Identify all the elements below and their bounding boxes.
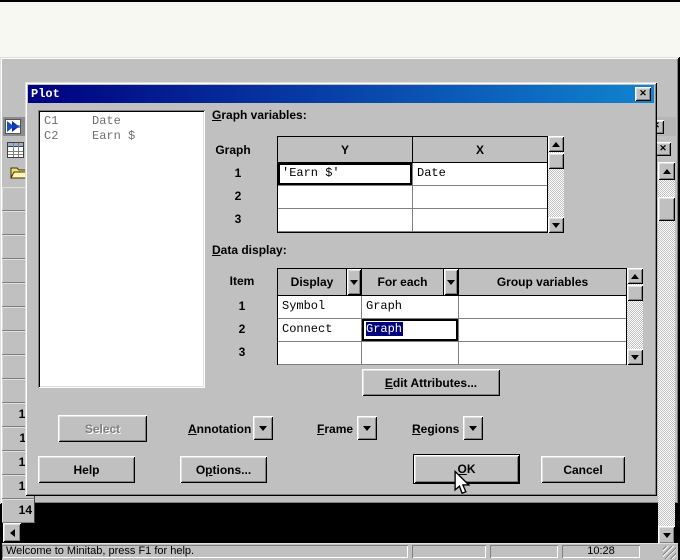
graph-variables-label: Graph variables: bbox=[212, 108, 307, 122]
frame-dropdown-button[interactable] bbox=[357, 416, 377, 440]
dialog-close-button[interactable]: ✕ bbox=[635, 87, 651, 101]
dropdown-icon bbox=[350, 280, 358, 285]
item-row-number: 3 bbox=[222, 341, 262, 364]
help-button[interactable]: Help bbox=[38, 456, 135, 483]
cell-display-row3[interactable] bbox=[278, 342, 362, 365]
scroll-up-icon bbox=[631, 274, 639, 279]
dropdown-icon bbox=[469, 426, 477, 431]
worksheet-row-number[interactable]: 14 bbox=[2, 499, 35, 523]
select-button: Select bbox=[58, 415, 147, 442]
scroll-down-button[interactable] bbox=[658, 526, 675, 544]
regions-dropdown-button[interactable] bbox=[463, 416, 483, 440]
graph-row-number: 3 bbox=[218, 208, 258, 231]
scroll-up-button[interactable] bbox=[658, 162, 675, 180]
scroll-down-icon bbox=[663, 533, 671, 538]
regions-label: Regions bbox=[412, 422, 459, 436]
cell-group-row1[interactable] bbox=[459, 296, 626, 319]
graph-row-number: 2 bbox=[218, 185, 258, 208]
item-row-number: 1 bbox=[222, 295, 262, 318]
column-header-x[interactable]: X bbox=[413, 137, 547, 163]
cell-foreach-row1[interactable]: Graph bbox=[362, 296, 459, 319]
cell-x-row1[interactable]: Date bbox=[413, 163, 547, 186]
scroll-down-icon bbox=[552, 223, 560, 228]
frame-label: Frame bbox=[317, 422, 353, 436]
graph-row-number: 1 bbox=[218, 162, 258, 185]
display-dropdown-button[interactable] bbox=[347, 269, 362, 296]
status-message: Welcome to Minitab, press F1 for help. bbox=[2, 545, 408, 558]
annotation-dropdown-button[interactable] bbox=[253, 416, 273, 440]
dropdown-icon bbox=[259, 426, 267, 431]
graph-variables-table: Y X 'Earn $' Date bbox=[277, 136, 548, 233]
variable-id: C1 bbox=[40, 114, 92, 129]
cell-foreach-row2[interactable]: Graph bbox=[362, 319, 459, 342]
graph-row-numbers: 1 2 3 bbox=[218, 162, 258, 231]
data-display-scrollbar[interactable] bbox=[627, 268, 643, 365]
status-bar: Welcome to Minitab, press F1 for help. 1… bbox=[2, 543, 678, 560]
scrollbar-thumb[interactable] bbox=[548, 153, 564, 169]
dropdown-icon bbox=[447, 280, 455, 285]
scroll-up-button[interactable] bbox=[548, 136, 564, 152]
edit-attributes-button[interactable]: Edit Attributes... bbox=[362, 369, 500, 396]
graph-variables-scrollbar[interactable] bbox=[548, 136, 564, 233]
column-header-display[interactable]: Display bbox=[278, 269, 347, 296]
options-button[interactable]: Options... bbox=[180, 456, 267, 483]
item-row-numbers: 1 2 3 bbox=[222, 295, 262, 364]
variables-listbox[interactable]: C1 Date C2 Earn $ bbox=[38, 110, 205, 388]
item-row-number: 2 bbox=[222, 318, 262, 341]
hscroll-left-button[interactable] bbox=[3, 523, 21, 542]
desktop-background bbox=[0, 2, 680, 57]
minitab-logo-icon bbox=[5, 119, 21, 134]
graph-row-header-label: Graph bbox=[208, 143, 258, 157]
scroll-down-button[interactable] bbox=[548, 217, 564, 233]
cell-y-row3[interactable] bbox=[278, 209, 413, 232]
cell-group-row3[interactable] bbox=[459, 342, 626, 365]
vscroll-thumb[interactable] bbox=[658, 197, 675, 221]
cell-y-row1[interactable]: 'Earn $' bbox=[278, 163, 413, 186]
status-clock: 10:28 bbox=[562, 545, 640, 558]
cell-display-row2[interactable]: Connect bbox=[278, 319, 362, 342]
data-display-label: Data display: bbox=[212, 243, 287, 257]
variable-item[interactable]: C1 Date bbox=[40, 114, 203, 129]
variable-name: Date bbox=[92, 114, 121, 129]
scrollbar-thumb[interactable] bbox=[627, 285, 643, 301]
foreach-dropdown-button[interactable] bbox=[444, 269, 459, 296]
column-header-foreach[interactable]: For each bbox=[362, 269, 444, 296]
status-panel-2 bbox=[490, 545, 558, 558]
mouse-cursor bbox=[452, 470, 472, 501]
plot-dialog: Plot ✕ C1 Date C2 Earn $ Graph variables… bbox=[25, 82, 657, 496]
variable-id: C2 bbox=[40, 129, 92, 144]
selected-cell-text: Graph bbox=[366, 322, 403, 336]
dropdown-icon bbox=[363, 426, 371, 431]
scroll-down-button[interactable] bbox=[627, 349, 643, 365]
data-display-table: Display For each Group variables Symbol … bbox=[277, 268, 627, 365]
dialog-titlebar[interactable]: Plot ✕ bbox=[28, 85, 654, 103]
dialog-close-icon: ✕ bbox=[639, 88, 647, 98]
column-header-y[interactable]: Y bbox=[278, 137, 413, 163]
variable-item[interactable]: C2 Earn $ bbox=[40, 129, 203, 144]
scroll-down-icon bbox=[631, 355, 639, 360]
cell-display-row1[interactable]: Symbol bbox=[278, 296, 362, 319]
dialog-title: Plot bbox=[31, 87, 60, 101]
mdi-child-close-button[interactable]: ✕ bbox=[655, 142, 671, 156]
scroll-up-button[interactable] bbox=[627, 268, 643, 284]
cell-x-row2[interactable] bbox=[413, 186, 547, 209]
cancel-button[interactable]: Cancel bbox=[541, 456, 625, 483]
column-header-group-variables[interactable]: Group variables bbox=[459, 269, 626, 296]
resize-grip[interactable] bbox=[663, 546, 676, 559]
annotation-label: Annotation bbox=[188, 422, 251, 436]
status-panel-1 bbox=[412, 545, 486, 558]
screen: MINITAB - 唐彬_sample_04.MPJ - [Worksheet … bbox=[0, 0, 680, 510]
scroll-left-icon bbox=[10, 529, 15, 537]
mdi-close-icon: ✕ bbox=[659, 143, 667, 153]
variable-name: Earn $ bbox=[92, 129, 135, 144]
cell-y-row2[interactable] bbox=[278, 186, 413, 209]
scroll-up-icon bbox=[552, 142, 560, 147]
cell-foreach-row3[interactable] bbox=[362, 342, 459, 365]
item-row-header-label: Item bbox=[222, 274, 262, 288]
cell-group-row2[interactable] bbox=[459, 319, 626, 342]
cell-x-row3[interactable] bbox=[413, 209, 547, 232]
worksheet-child-icon bbox=[7, 142, 24, 158]
worksheet-vscrollbar[interactable] bbox=[658, 162, 675, 544]
scroll-up-icon bbox=[663, 169, 671, 174]
